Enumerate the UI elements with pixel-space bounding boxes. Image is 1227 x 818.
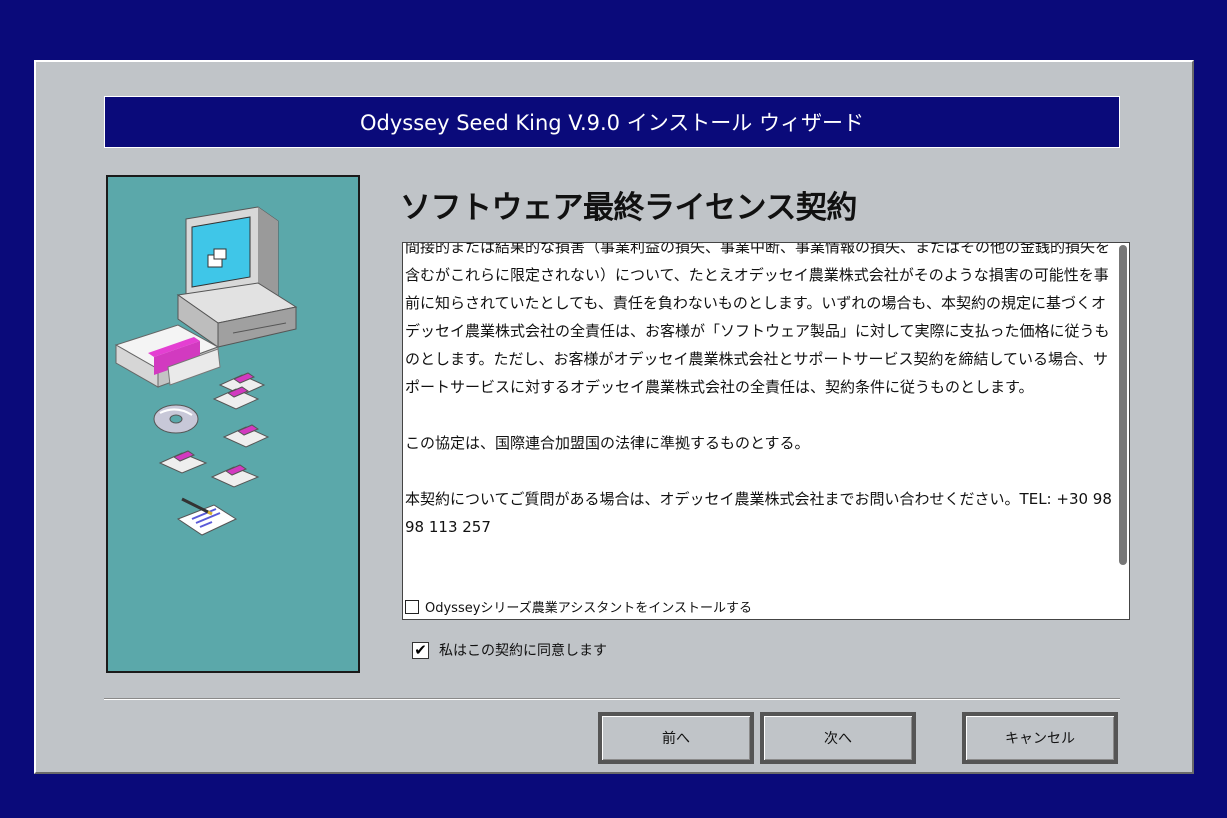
addon-option-row[interactable]: Odysseyシリーズ農業アシスタントをインストールする	[405, 597, 752, 616]
license-paragraph: この協定は、国際連合加盟国の法律に準拠するものとする。	[405, 434, 810, 452]
license-text: 間接的または結果的な損害（事業利益の損失、事業中断、事業情報の損失、またはその他…	[405, 242, 1117, 541]
wizard-title: Odyssey Seed King V.9.0 インストール ウィザード	[360, 111, 864, 135]
license-scrollbar-thumb[interactable]	[1119, 245, 1127, 565]
license-text-area[interactable]: 間接的または結果的な損害（事業利益の損失、事業中断、事業情報の損失、またはその他…	[402, 242, 1130, 620]
license-paragraph: 間接的または結果的な損害（事業利益の損失、事業中断、事業情報の損失、またはその他…	[405, 242, 1111, 396]
license-scrollbar[interactable]	[1119, 245, 1127, 617]
addon-checkbox-label: Odysseyシリーズ農業アシスタントをインストールする	[425, 601, 752, 616]
computer-setup-illustration-icon	[114, 206, 298, 536]
page-heading: ソフトウェア最終ライセンス契約	[400, 190, 857, 226]
wizard-title-bar: Odyssey Seed King V.9.0 インストール ウィザード	[104, 96, 1120, 148]
back-button[interactable]: 前へ	[598, 712, 754, 764]
installer-window: Odyssey Seed King V.9.0 インストール ウィザード ソフト…	[34, 60, 1194, 774]
agree-option-row[interactable]: ✔ 私はこの契約に同意します	[412, 640, 607, 660]
agree-checkbox-label: 私はこの契約に同意します	[439, 643, 607, 659]
check-mark-icon: ✔	[414, 641, 427, 659]
cancel-button[interactable]: キャンセル	[962, 712, 1118, 764]
addon-checkbox[interactable]	[405, 599, 419, 614]
next-button[interactable]: 次へ	[760, 712, 916, 764]
agree-checkbox[interactable]: ✔	[412, 641, 429, 659]
button-separator	[104, 698, 1120, 700]
side-illustration-panel	[106, 175, 360, 673]
license-paragraph: 本契約についてご質問がある場合は、オデッセイ農業株式会社までお問い合わせください…	[405, 490, 1112, 536]
